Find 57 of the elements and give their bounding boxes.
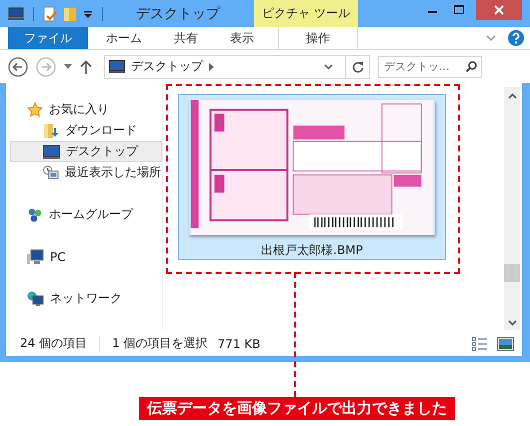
nav-item[interactable]: ネットワーク: [6, 288, 162, 310]
back-icon[interactable]: [8, 56, 28, 77]
computer-icon[interactable]: [8, 6, 24, 20]
scroll-down-icon[interactable]: [508, 320, 516, 326]
selection-size: 771 KB: [218, 336, 260, 351]
help-icon[interactable]: [508, 30, 524, 46]
nav-label: ホームグループ: [49, 206, 133, 224]
file-tile[interactable]: 出根戸太郎様.BMP: [178, 94, 446, 260]
homegroup-icon: [27, 206, 43, 223]
scrollbar[interactable]: [504, 87, 520, 330]
close-icon: [494, 5, 504, 15]
file-name: 出根戸太郎様.BMP: [261, 242, 363, 260]
nav-item[interactable]: ダウンロード: [10, 120, 162, 142]
dropdown-icon[interactable]: [83, 8, 93, 18]
search-icon[interactable]: [466, 60, 477, 72]
nav-item[interactable]: 最近表示した場所: [10, 162, 162, 184]
recent-locations-icon[interactable]: [64, 64, 72, 70]
star-icon: [27, 102, 43, 118]
nav-item[interactable]: PC: [6, 246, 162, 268]
nav-label: デスクトップ: [66, 143, 138, 160]
nav-label: ネットワーク: [50, 290, 122, 308]
window-title: デスクトップ: [136, 4, 220, 22]
scroll-thumb[interactable]: [504, 264, 520, 282]
ribbon-tab[interactable]: ファイル: [8, 27, 88, 49]
nav-item[interactable]: デスクトップ: [10, 141, 162, 162]
recent-places-icon: [43, 164, 59, 181]
close-button[interactable]: [476, 0, 522, 20]
document-check-icon[interactable]: [43, 6, 57, 22]
address-path[interactable]: デスクトップ: [131, 58, 203, 76]
ribbon-tab[interactable]: 共有: [158, 27, 214, 49]
maximize-icon: [454, 5, 464, 15]
breadcrumb-arrow-icon[interactable]: [209, 62, 214, 71]
nav-item[interactable]: ホームグループ: [6, 204, 162, 226]
context-tab-header: ピクチャ ツール: [254, 0, 358, 27]
large-icons-view-icon[interactable]: [497, 336, 514, 351]
scroll-up-icon[interactable]: [508, 93, 516, 100]
nav-label: お気に入り: [49, 101, 109, 118]
callout-label: 伝票データを画像ファイルで出力できました: [139, 397, 455, 420]
refresh-icon: [352, 60, 364, 73]
network-icon: [27, 290, 44, 307]
desktop-icon: [43, 144, 60, 159]
chevron-down-icon[interactable]: [324, 64, 333, 70]
ribbon-tab[interactable]: 表示: [214, 27, 270, 49]
nav-item[interactable]: お気に入り: [6, 99, 162, 120]
up-arrow-icon[interactable]: [80, 60, 92, 74]
computer-icon: [109, 60, 125, 74]
selection-count: 1 個の項目を選択: [112, 335, 208, 352]
computer-icon: [27, 248, 44, 265]
download-folder-icon: [43, 122, 59, 139]
nav-label: 最近表示した場所: [65, 164, 161, 182]
item-count: 24 個の項目: [20, 335, 88, 352]
search-field[interactable]: デスクトッ...: [378, 56, 482, 78]
ribbon-tab[interactable]: ホーム: [90, 27, 158, 49]
address-bar[interactable]: デスクトップ: [104, 54, 370, 79]
nav-label: ダウンロード: [65, 122, 137, 140]
details-view-icon[interactable]: [472, 336, 487, 351]
nav-label: PC: [50, 250, 66, 264]
